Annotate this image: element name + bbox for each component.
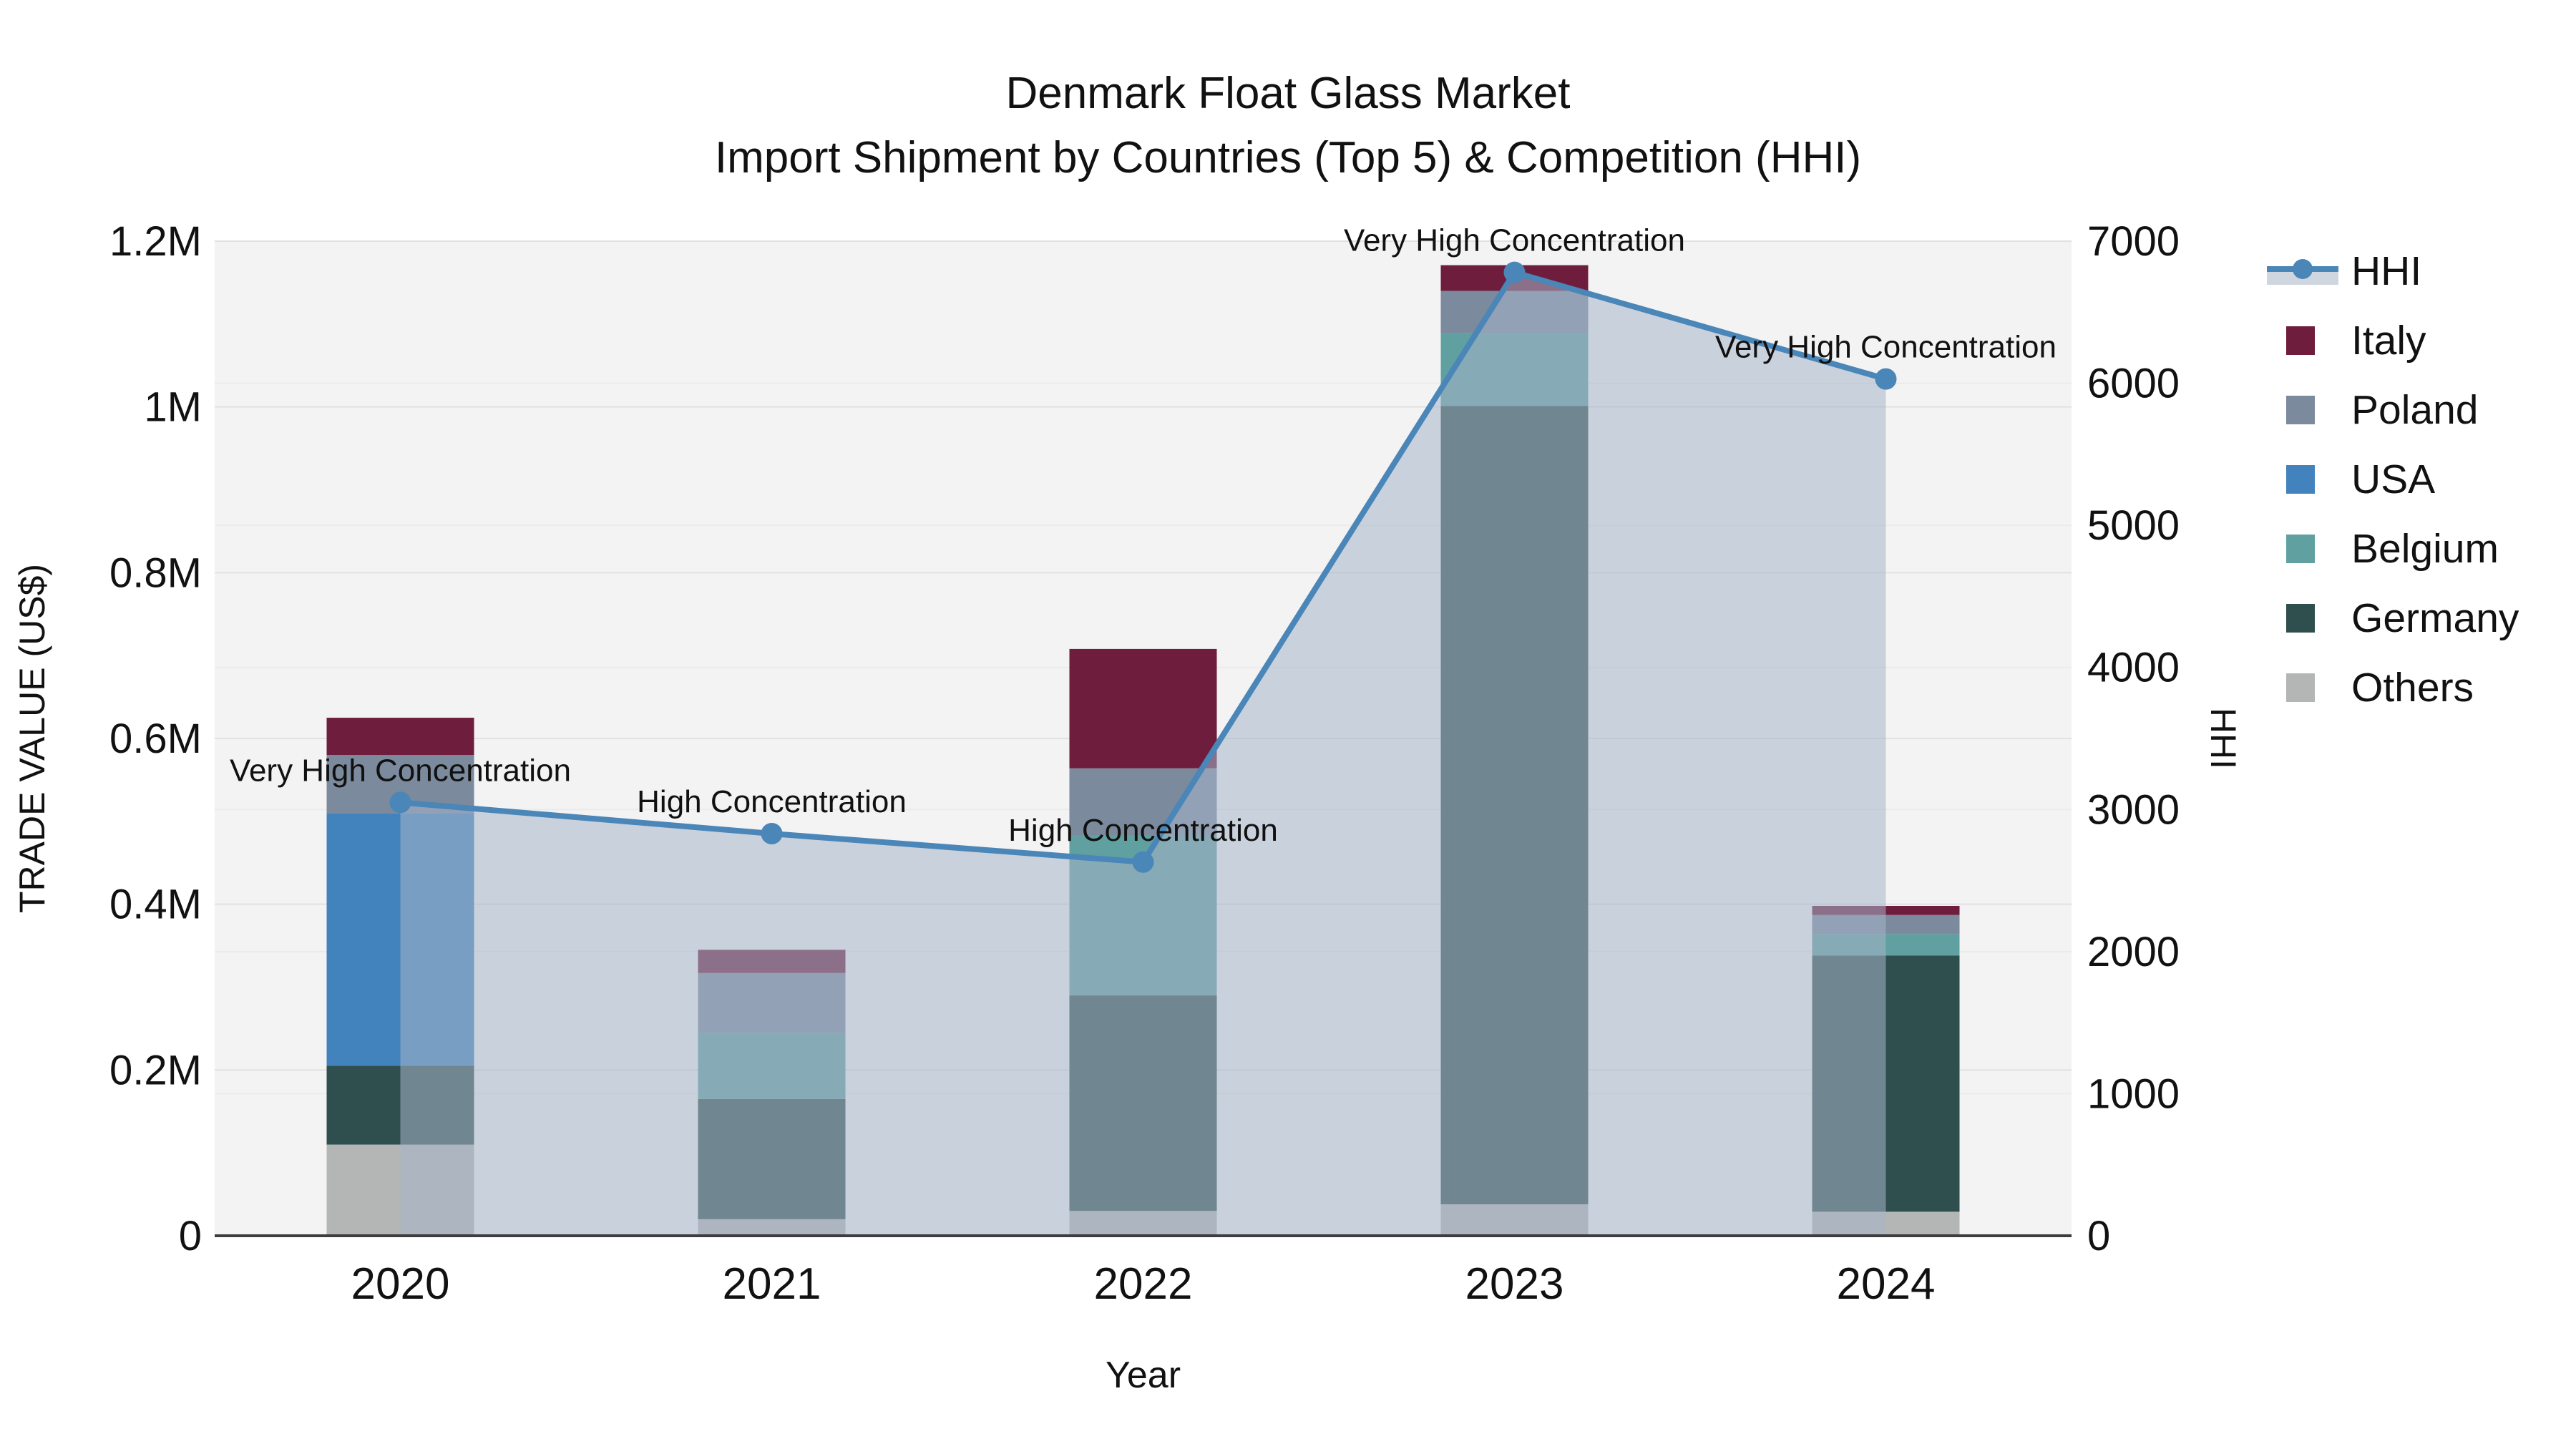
- hhi-point-2021[interactable]: [761, 823, 783, 845]
- y-right-tick: 0: [2087, 1213, 2110, 1259]
- y-left-axis-title: TRADE VALUE (US$): [12, 564, 52, 913]
- legend-item-germany[interactable]: Germany: [2267, 583, 2519, 653]
- hhi-line-swatch-icon: [2267, 256, 2341, 286]
- legend-item-hhi[interactable]: HHI: [2267, 236, 2519, 306]
- legend-label: HHI: [2351, 248, 2422, 294]
- legend-item-belgium[interactable]: Belgium: [2267, 514, 2519, 583]
- y-left-tick: 0: [179, 1213, 202, 1259]
- annotation-2021: High Concentration: [637, 784, 907, 819]
- hhi-point-2022[interactable]: [1132, 851, 1154, 873]
- legend-item-others[interactable]: Others: [2267, 653, 2519, 722]
- y-left-tick: 0.6M: [109, 716, 202, 762]
- y-right-tick: 2000: [2087, 929, 2180, 975]
- annotation-2020: Very High Concentration: [230, 753, 571, 788]
- bar-segment-italy-2020[interactable]: [326, 718, 474, 756]
- italy-swatch-icon: [2286, 326, 2315, 355]
- germany-swatch-icon: [2286, 603, 2315, 633]
- usa-swatch-icon: [2286, 464, 2315, 494]
- hhi-point-2024[interactable]: [1875, 368, 1897, 390]
- hhi-point-2020[interactable]: [389, 791, 411, 814]
- belgium-swatch-icon: [2286, 534, 2315, 563]
- legend-item-usa[interactable]: USA: [2267, 444, 2519, 514]
- x-tick-2020: 2020: [351, 1259, 450, 1309]
- y-left-tick: 0.2M: [109, 1047, 202, 1093]
- x-tick-2023: 2023: [1465, 1259, 1564, 1309]
- plot-area: Very High Concentration High Concentratio…: [12, 218, 2243, 1396]
- x-tick-2022: 2022: [1094, 1259, 1193, 1309]
- y-right-tick: 4000: [2087, 645, 2180, 691]
- y-right-tick: 1000: [2087, 1070, 2180, 1117]
- legend-item-italy[interactable]: Italy: [2267, 306, 2519, 375]
- y-left-tick: 1.2M: [109, 218, 202, 265]
- legend-label: Others: [2351, 664, 2474, 711]
- x-axis-title: Year: [1106, 1355, 1181, 1396]
- y-right-tick: 6000: [2087, 361, 2180, 407]
- legend-label: USA: [2351, 456, 2436, 502]
- annotation-2023: Very High Concentration: [1344, 223, 1685, 258]
- y-left-tick: 0.4M: [109, 882, 202, 928]
- y-left-tick: 1M: [144, 384, 202, 431]
- legend-label: Poland: [2351, 386, 2479, 433]
- legend-label: Germany: [2351, 595, 2519, 641]
- hhi-point-2023[interactable]: [1503, 261, 1526, 283]
- y-right-tick: 7000: [2087, 218, 2180, 265]
- annotation-2022: High Concentration: [1008, 813, 1278, 848]
- legend: HHI Italy Poland USA Belgium Germany Oth…: [2267, 236, 2519, 722]
- annotation-2024: Very High Concentration: [1715, 330, 2057, 365]
- y-right-tick: 3000: [2087, 786, 2180, 833]
- y-left-tick: 0.8M: [109, 550, 202, 596]
- x-tick-2021: 2021: [723, 1259, 821, 1309]
- x-tick-2024: 2024: [1837, 1259, 1936, 1309]
- legend-label: Belgium: [2351, 525, 2499, 572]
- poland-swatch-icon: [2286, 395, 2315, 424]
- bar-segment-italy-2022[interactable]: [1069, 648, 1217, 769]
- legend-item-poland[interactable]: Poland: [2267, 375, 2519, 444]
- others-swatch-icon: [2286, 673, 2315, 702]
- y-right-tick: 5000: [2087, 502, 2180, 549]
- y-right-axis-title: HHI: [2203, 708, 2243, 769]
- figure: Denmark Float Glass Market Import Shipme…: [0, 0, 2576, 1449]
- legend-label: Italy: [2351, 317, 2426, 364]
